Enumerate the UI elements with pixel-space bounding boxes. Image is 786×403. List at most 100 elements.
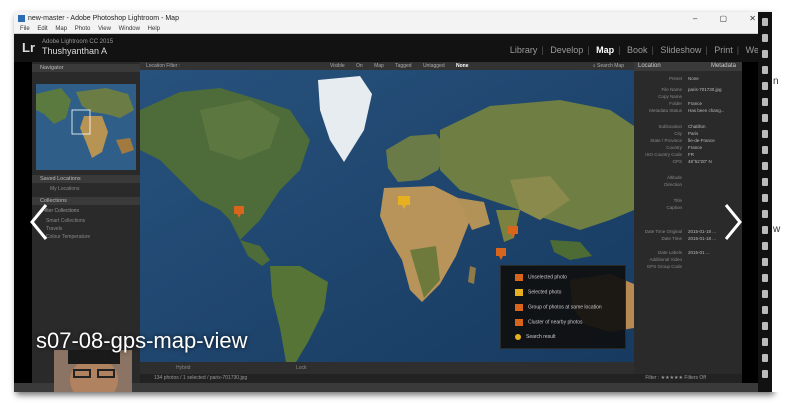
- metadata-key: Caption: [666, 205, 682, 210]
- previous-arrow-icon[interactable]: [28, 202, 50, 242]
- metadata-row[interactable]: ISO Country Code FR: [636, 151, 740, 158]
- world-map[interactable]: Unselected photo Selected photo Group of…: [140, 70, 634, 362]
- metadata-value[interactable]: 2015-01-18 ...: [688, 235, 716, 242]
- metadata-row[interactable]: File Name paris-701730.jpg: [636, 86, 740, 93]
- my-locations-item[interactable]: My Locations: [50, 186, 79, 192]
- menu-window[interactable]: Window: [119, 26, 140, 32]
- metadata-value[interactable]: 2015-01 ...: [688, 249, 710, 256]
- user-name: Thushyanthan A: [42, 46, 108, 56]
- navigator-header[interactable]: Navigator: [32, 64, 140, 72]
- module-book[interactable]: Book: [627, 45, 648, 55]
- metadata-row[interactable]: Sublocation Chatillon: [636, 123, 740, 130]
- collection-item[interactable]: Smart Collections: [46, 218, 85, 224]
- metadata-value[interactable]: France: [688, 100, 702, 107]
- next-arrow-icon[interactable]: [722, 202, 744, 242]
- filter-visible-on-map[interactable]: Visible On Map: [330, 63, 384, 69]
- presenter-webcam: [54, 350, 132, 392]
- lightroom-app-icon: [18, 15, 25, 22]
- module-map[interactable]: Map: [596, 45, 614, 55]
- window-controls[interactable]: – ▢ ✕: [693, 12, 766, 25]
- metadata-value[interactable]: Has been chang...: [688, 107, 725, 114]
- location-filter-bar: Location Filter : Visible On Map Tagged …: [140, 62, 634, 70]
- presenter-face-image: [54, 350, 132, 392]
- screenshot-frame: new-master - Adobe Photoshop Lightroom -…: [14, 12, 772, 392]
- metadata-key: GPS: [672, 159, 682, 164]
- metadata-row[interactable]: City Paris: [636, 130, 740, 137]
- menu-help[interactable]: Help: [148, 26, 160, 32]
- metadata-value[interactable]: paris-701730.jpg: [688, 86, 722, 93]
- metadata-key: Direction: [664, 182, 682, 187]
- metadata-value[interactable]: Paris: [688, 130, 698, 137]
- metadata-row[interactable]: Country France: [636, 144, 740, 151]
- catalog-name: Adobe Lightroom CC 2015: [42, 39, 114, 45]
- metadata-row[interactable]: Date Labels 2015-01 ...: [636, 249, 740, 256]
- module-develop[interactable]: Develop: [550, 45, 583, 55]
- metadata-value[interactable]: Île-de-France: [688, 137, 715, 144]
- metadata-header[interactable]: Location Metadata: [634, 62, 742, 71]
- metadata-row[interactable]: Metadata Status Has been chang...: [636, 107, 740, 114]
- metadata-row[interactable]: Copy Name: [636, 93, 740, 100]
- group-photos-marker-icon: [515, 304, 523, 311]
- video-title-overlay: s07-08-gps-map-view: [36, 328, 248, 353]
- cluster-marker-icon: [515, 319, 523, 326]
- navigator-preview[interactable]: [36, 84, 136, 170]
- map-toolbar: Hybrid Lock: [140, 362, 634, 374]
- menu-edit[interactable]: Edit: [37, 26, 47, 32]
- menu-bar: File Edit Map Photo View Window Help: [14, 25, 772, 34]
- location-dropdown[interactable]: Location: [638, 62, 661, 71]
- map-style-select[interactable]: Hybrid: [176, 362, 190, 374]
- module-print[interactable]: Print: [714, 45, 733, 55]
- metadata-title: Metadata: [710, 63, 736, 69]
- filter-none[interactable]: None: [456, 63, 469, 69]
- identity-plate: Lr Adobe Lightroom CC 2015 Thushyanthan …: [14, 34, 772, 62]
- metadata-key: Metadata Status: [649, 108, 682, 113]
- metadata-value[interactable]: FR: [688, 151, 694, 158]
- metadata-row[interactable]: Direction: [636, 181, 740, 188]
- filmstrip-header: 134 photos / 1 selected / paris-701730.j…: [140, 374, 742, 383]
- location-filter-label: Location Filter :: [146, 63, 181, 69]
- metadata-row[interactable]: GPS Group Code: [636, 263, 740, 270]
- metadata-key: GPS Group Code: [646, 264, 682, 269]
- lock-markers-toggle[interactable]: Lock: [296, 362, 307, 374]
- metadata-key: Date Time: [661, 236, 682, 241]
- metadata-key: Folder: [669, 101, 682, 106]
- menu-map[interactable]: Map: [55, 26, 67, 32]
- filter-untagged[interactable]: Untagged: [423, 63, 445, 69]
- navigator-map-image: [36, 84, 136, 170]
- menu-file[interactable]: File: [20, 26, 30, 32]
- metadata-row[interactable]: Additional Video: [636, 256, 740, 263]
- metadata-key: City: [674, 131, 682, 136]
- module-library[interactable]: Library: [510, 45, 538, 55]
- metadata-row[interactable]: Altitude: [636, 174, 740, 181]
- metadata-value[interactable]: 48°52'20" N: [688, 158, 712, 165]
- metadata-key: Date Time Original: [644, 229, 682, 234]
- search-result-marker-icon: [515, 334, 521, 340]
- metadata-value[interactable]: 2015-01-18 ...: [688, 228, 716, 235]
- saved-locations-header[interactable]: Saved Locations: [32, 175, 140, 183]
- window-titlebar: new-master - Adobe Photoshop Lightroom -…: [14, 12, 772, 25]
- metadata-value[interactable]: France: [688, 144, 702, 151]
- metadata-key: State / Province: [650, 138, 682, 143]
- collection-item[interactable]: Colour Temperature: [46, 234, 90, 240]
- metadata-row[interactable]: Folder France: [636, 100, 740, 107]
- filmstrip-info: 134 photos / 1 selected / paris-701730.j…: [154, 375, 248, 381]
- metadata-key: Country: [666, 145, 682, 150]
- search-map-field[interactable]: ⌕ Search Map: [593, 62, 624, 70]
- preset-row[interactable]: Preset None: [636, 75, 740, 82]
- metadata-key: File Name: [661, 87, 682, 92]
- lr-logo: Lr: [22, 40, 35, 55]
- filter-select[interactable]: Filters Off: [684, 375, 706, 381]
- metadata-key: ISO Country Code: [645, 152, 682, 157]
- metadata-value[interactable]: Chatillon: [688, 123, 706, 130]
- selected-photo-marker-icon: [515, 289, 523, 296]
- menu-photo[interactable]: Photo: [75, 26, 91, 32]
- film-strip-edge: [758, 12, 772, 392]
- metadata-key: Title: [673, 198, 682, 203]
- filter-tagged[interactable]: Tagged: [395, 63, 411, 69]
- module-slideshow[interactable]: Slideshow: [660, 45, 701, 55]
- menu-view[interactable]: View: [98, 26, 111, 32]
- module-picker: Library | Develop | Map | Book | Slideshow | …: [509, 45, 764, 55]
- unselected-photo-marker-icon: [515, 274, 523, 281]
- metadata-row[interactable]: State / Province Île-de-France: [636, 137, 740, 144]
- metadata-row[interactable]: GPS 48°52'20" N: [636, 158, 740, 165]
